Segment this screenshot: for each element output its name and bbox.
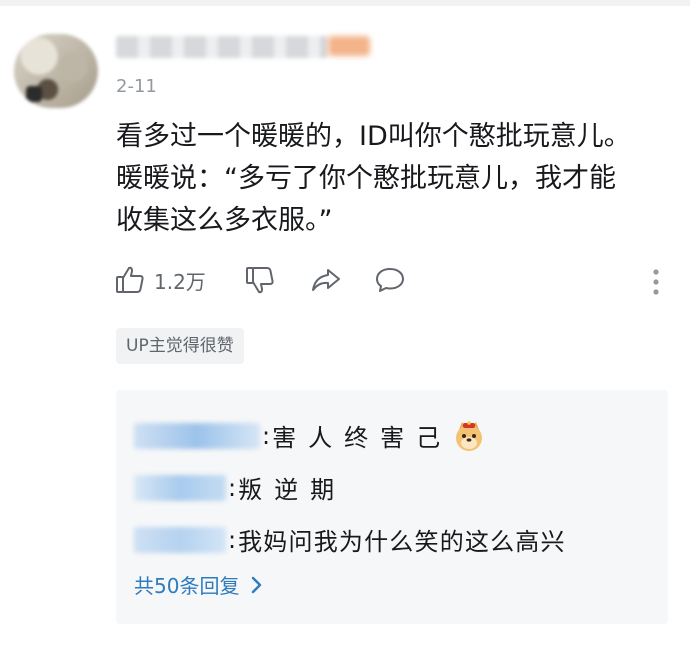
thumbs-down-icon <box>246 267 274 294</box>
reply-text: 叛逆期 <box>238 476 347 504</box>
reply-text: 我妈问我为什么笑的这么高兴 <box>238 528 566 556</box>
reply-item[interactable]: : 叛逆期 <box>134 470 346 505</box>
avatar[interactable] <box>14 34 98 108</box>
reply-item[interactable]: : 害人终害己 <box>134 418 486 453</box>
reply-username-blurred[interactable] <box>134 526 226 553</box>
like-count: 1.2万 <box>154 269 206 294</box>
reply-separator: : <box>228 525 237 554</box>
comment-line: 暖暖说：“多亏了你个憨批玩意儿，我才能 <box>116 163 616 194</box>
more-vertical-icon <box>653 269 659 295</box>
reply-username-blurred[interactable] <box>134 474 226 501</box>
username-blurred[interactable] <box>116 36 328 58</box>
reply-button[interactable] <box>374 264 406 296</box>
thumbs-up-icon <box>116 266 144 293</box>
comment-text: 看多过一个暖暖的，ID叫你个憨批玩意儿。 暖暖说：“多亏了你个憨批玩意儿，我才能… <box>116 116 676 242</box>
comment-line: 收集这么多衣服。” <box>116 205 333 236</box>
doge-emote-icon <box>456 420 483 451</box>
reply-separator: : <box>228 473 237 502</box>
reply-text: 害人终害己 <box>272 424 453 452</box>
replies-panel: : 害人终害己 : 叛逆期 : 我妈问我为什么笑的这么高兴 共50条回复 <box>116 390 668 624</box>
comment-date: 2-11 <box>116 76 157 97</box>
level-badge-blurred <box>328 36 370 56</box>
top-divider <box>0 0 690 6</box>
comment-line: 看多过一个暖暖的，ID叫你个憨批玩意儿。 <box>116 121 631 152</box>
like-button[interactable]: 1.2万 <box>114 264 206 296</box>
reply-item[interactable]: : 我妈问我为什么笑的这么高兴 <box>134 522 566 557</box>
view-more-replies-link[interactable]: 共50条回复 <box>134 570 267 599</box>
share-icon <box>312 269 340 291</box>
more-replies-label: 共50条回复 <box>134 574 240 598</box>
comment-icon <box>376 268 404 292</box>
up-liked-tag: UP主觉得很赞 <box>116 328 244 364</box>
more-button[interactable] <box>640 266 672 298</box>
chevron-right-icon <box>252 576 262 593</box>
dislike-button[interactable] <box>244 264 276 296</box>
share-button[interactable] <box>310 264 342 296</box>
reply-separator: : <box>262 421 271 450</box>
avatar-badge-icon <box>26 86 42 102</box>
comment-action-bar: 1.2万 <box>114 262 674 302</box>
reply-username-blurred[interactable] <box>134 422 260 449</box>
